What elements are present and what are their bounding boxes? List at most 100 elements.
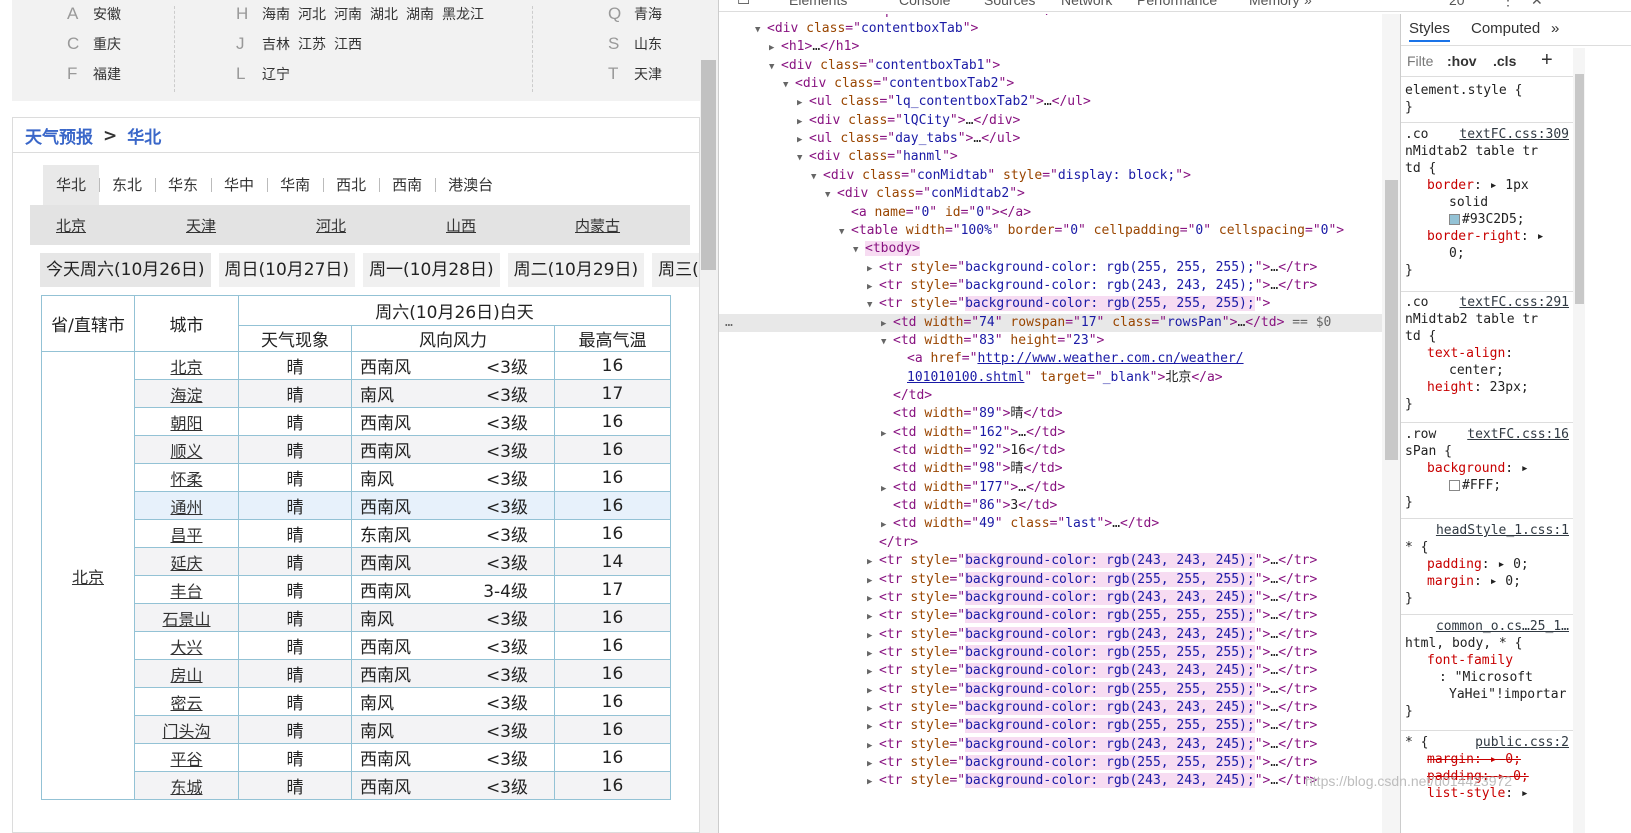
- more-options-icon[interactable]: ⋮: [1501, 0, 1515, 9]
- city-link[interactable]: 昌平: [134, 519, 239, 548]
- collapse-triangle-icon[interactable]: ▼: [825, 186, 837, 204]
- dom-node-line[interactable]: ▶ <tr style="background-color: rgb(243, 2…: [867, 277, 1317, 295]
- rule5-prop-font[interactable]: font-family: [1427, 653, 1513, 668]
- close-devtools-icon[interactable]: ✕: [1531, 0, 1543, 9]
- dom-node-line[interactable]: <td width="98">晴</td>: [881, 460, 1063, 478]
- rule3-val-background[interactable]: #FFF;: [1462, 478, 1501, 493]
- expand-triangle-icon[interactable]: ▶: [867, 553, 879, 571]
- rule3-source-link[interactable]: textFC.css:16: [1467, 426, 1569, 443]
- rule2-val-align[interactable]: center;: [1405, 362, 1569, 379]
- dom-node-line[interactable]: </td>: [881, 387, 932, 405]
- city-link[interactable]: 密云: [134, 687, 239, 716]
- province-link[interactable]: 青海: [634, 4, 662, 24]
- city-link[interactable]: 石景山: [134, 603, 239, 632]
- province-link[interactable]: 河南: [334, 4, 362, 24]
- dom-node-line[interactable]: 101010100.shtml" target="_blank">北京</a>: [895, 369, 1223, 387]
- dom-node-line[interactable]: ▼ <div class="conMidtab2">: [825, 185, 1025, 203]
- device-toolbar-icon[interactable]: ▭: [737, 0, 750, 9]
- region-tab[interactable]: 东北: [99, 165, 155, 205]
- expand-triangle-icon[interactable]: ▶: [867, 773, 879, 791]
- province-link[interactable]: 黑龙江: [442, 4, 484, 24]
- dom-node-line[interactable]: ▶ <tr style="background-color: rgb(243, 2…: [867, 736, 1317, 754]
- province-link[interactable]: 江苏: [298, 34, 326, 54]
- tab-network[interactable]: Network: [1061, 0, 1112, 8]
- city-link[interactable]: 大兴: [134, 631, 239, 660]
- province-link[interactable]: 吉林: [262, 34, 290, 54]
- province-link[interactable]: 山东: [634, 34, 662, 54]
- city-link[interactable]: 门头沟: [134, 715, 239, 744]
- province-link[interactable]: 湖北: [370, 4, 398, 24]
- rule4-selector[interactable]: * {: [1405, 539, 1569, 556]
- element-style-selector[interactable]: element.style {: [1405, 82, 1569, 99]
- region-tab[interactable]: 华中: [211, 165, 267, 205]
- region-tab[interactable]: 华北: [43, 165, 100, 205]
- dom-node-line[interactable]: ▶ <ul class="day_tabs">…</ul>: [797, 130, 1020, 148]
- styles-scrollbar-thumb[interactable]: [1575, 74, 1584, 304]
- dom-node-line[interactable]: ▶ <tr style="background-color: rgb(255, 2…: [867, 607, 1317, 625]
- collapse-triangle-icon[interactable]: ▼: [797, 149, 809, 167]
- rule2-val-height[interactable]: 23px;: [1490, 380, 1529, 395]
- tab-performance[interactable]: Performance: [1137, 0, 1217, 8]
- expand-triangle-icon[interactable]: ▶: [769, 39, 781, 57]
- expand-triangle-icon[interactable]: ▶: [867, 572, 879, 590]
- province-link[interactable]: 江西: [334, 34, 362, 54]
- rule5-val-font[interactable]: : "Microsoft: [1405, 669, 1569, 686]
- province-tab-link[interactable]: 天津: [186, 215, 216, 236]
- dom-node-line[interactable]: ▶ <tr style="background-color: rgb(255, 2…: [867, 571, 1317, 589]
- expand-triangle-icon[interactable]: ▶: [867, 627, 879, 645]
- dom-node-line[interactable]: <a name="0" id="0"></a>: [839, 204, 1031, 222]
- expand-triangle-icon[interactable]: ▶: [867, 590, 879, 608]
- more-tabs-icon[interactable]: »: [1304, 0, 1312, 8]
- province-link[interactable]: 海南: [262, 4, 290, 24]
- cls-toggle[interactable]: .cls: [1493, 53, 1516, 69]
- province-link[interactable]: 安徽: [93, 4, 121, 24]
- dom-node-line[interactable]: ▶ <tr style="background-color: rgb(255, 2…: [867, 717, 1317, 735]
- rule6-selector[interactable]: * {: [1405, 735, 1428, 750]
- dom-node-line[interactable]: ▶ <tr style="background-color: rgb(255, 2…: [867, 681, 1317, 699]
- rule3-selector[interactable]: .row: [1405, 427, 1436, 442]
- rule4-val-padding[interactable]: 0;: [1513, 557, 1529, 572]
- region-tab[interactable]: 西南: [379, 165, 435, 205]
- rule5-source-link[interactable]: common_o.cs…25_1…: [1436, 619, 1569, 634]
- dom-node-line[interactable]: ▶ <tr style="background-color: rgb(243, 2…: [867, 626, 1317, 644]
- rule3-prop-background[interactable]: background: [1427, 461, 1505, 476]
- rule1-prop-border[interactable]: border: [1427, 178, 1474, 193]
- rule1-prop-border-right[interactable]: border-right: [1427, 229, 1521, 244]
- warning-badge[interactable]: 20: [1449, 0, 1465, 8]
- dom-node-line[interactable]: ▼ <div class="hanml">: [797, 148, 958, 166]
- dom-node-line[interactable]: ▶ <h1>…</h1>: [769, 38, 859, 56]
- tab-sources[interactable]: Sources: [984, 0, 1035, 8]
- province-tab-link[interactable]: 河北: [316, 215, 346, 236]
- new-rule-icon[interactable]: +: [1541, 49, 1553, 72]
- dom-node-line[interactable]: ▶ <tr style="background-color: rgb(255, 2…: [867, 644, 1317, 662]
- dom-node-line[interactable]: ▶ <tr style="background-color: rgb(243, 2…: [867, 699, 1317, 717]
- rule6-prop-margin[interactable]: margin: [1427, 752, 1474, 767]
- dom-node-line[interactable]: ▶ <tr style="background-color: rgb(243, 2…: [867, 662, 1317, 680]
- tab-console[interactable]: Console: [899, 0, 950, 8]
- province-cell[interactable]: 北京: [41, 351, 135, 800]
- expand-triangle-icon[interactable]: ▶: [867, 700, 879, 718]
- color-swatch[interactable]: [1449, 480, 1460, 491]
- dom-node-line[interactable]: ▶ <tr style="background-color: rgb(243, 2…: [867, 552, 1317, 570]
- province-tab-link[interactable]: 北京: [56, 215, 86, 236]
- collapse-triangle-icon[interactable]: ▼: [881, 333, 893, 351]
- city-link[interactable]: 顺义: [134, 435, 239, 464]
- expand-triangle-icon[interactable]: ▶: [881, 516, 893, 534]
- region-tab[interactable]: 西北: [323, 165, 379, 205]
- expand-triangle-icon[interactable]: ▶: [797, 94, 809, 112]
- hov-toggle[interactable]: :hov: [1447, 53, 1477, 69]
- province-link[interactable]: 重庆: [93, 34, 121, 54]
- city-link[interactable]: 延庆: [134, 547, 239, 576]
- dom-node-line[interactable]: ▼ <div class="contentboxTab1">: [769, 57, 1000, 75]
- city-link[interactable]: 房山: [134, 659, 239, 688]
- rule1-val-color[interactable]: #93C2D5;: [1462, 212, 1525, 227]
- dom-node-line[interactable]: ▼ <div class="conMidtab" style="display: …: [811, 167, 1191, 185]
- rule6-val-padding[interactable]: 0;: [1513, 769, 1529, 784]
- rule5-selector[interactable]: html, body, * {: [1405, 635, 1569, 652]
- rule4-source-link[interactable]: headStyle_1.css:1: [1436, 523, 1569, 538]
- collapse-triangle-icon[interactable]: ▼: [783, 76, 795, 94]
- expand-triangle-icon[interactable]: ▶: [867, 755, 879, 773]
- expand-triangle-icon[interactable]: ▶: [881, 480, 893, 498]
- dom-node-line[interactable]: ▼ <tr style="background-color: rgb(255, 2…: [867, 295, 1270, 313]
- rule1-source-link[interactable]: textFC.css:309: [1459, 126, 1569, 143]
